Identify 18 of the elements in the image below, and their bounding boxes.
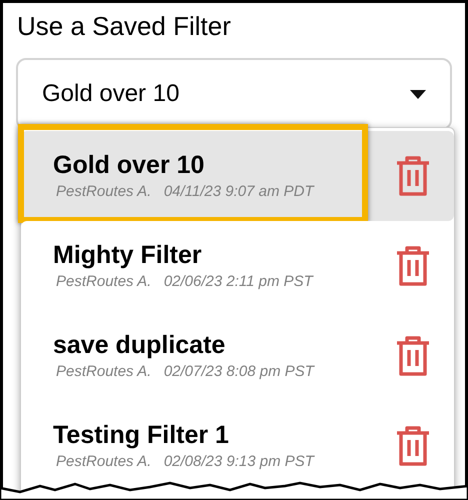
filter-name: save duplicate — [53, 330, 226, 361]
trash-icon[interactable] — [396, 426, 430, 466]
filter-option[interactable]: save duplicate PestRoutes A. 02/07/23 8:08 pm PST — [21, 311, 454, 401]
filter-meta: PestRoutes A. 02/07/23 8:08 pm PST — [55, 362, 314, 382]
filter-option[interactable]: Mighty Filter PestRoutes A. 02/06/23 2:11 pm PST — [21, 221, 454, 311]
filter-name: Gold over 10 — [53, 150, 206, 181]
trash-icon[interactable] — [396, 246, 430, 286]
filter-select[interactable]: Gold over 10 — [16, 58, 452, 130]
filter-option[interactable]: Testing Filter 1 PestRoutes A. 02/08/23 9:13 pm PST — [21, 401, 454, 491]
filter-meta: PestRoutes A. 02/06/23 2:11 pm PST — [55, 272, 313, 292]
caret-icon — [410, 90, 426, 98]
filter-meta: PestRoutes A. 04/11/23 9:07 am PDT — [55, 182, 314, 202]
filter-name: Mighty Filter — [53, 240, 203, 271]
trash-icon[interactable] — [396, 336, 430, 376]
section-title: Use a Saved Filter — [16, 10, 232, 43]
filter-meta: PestRoutes A. 02/08/23 9:13 pm PST — [55, 452, 314, 472]
filter-name: Testing Filter 1 — [53, 420, 230, 451]
trash-icon[interactable] — [396, 156, 430, 196]
